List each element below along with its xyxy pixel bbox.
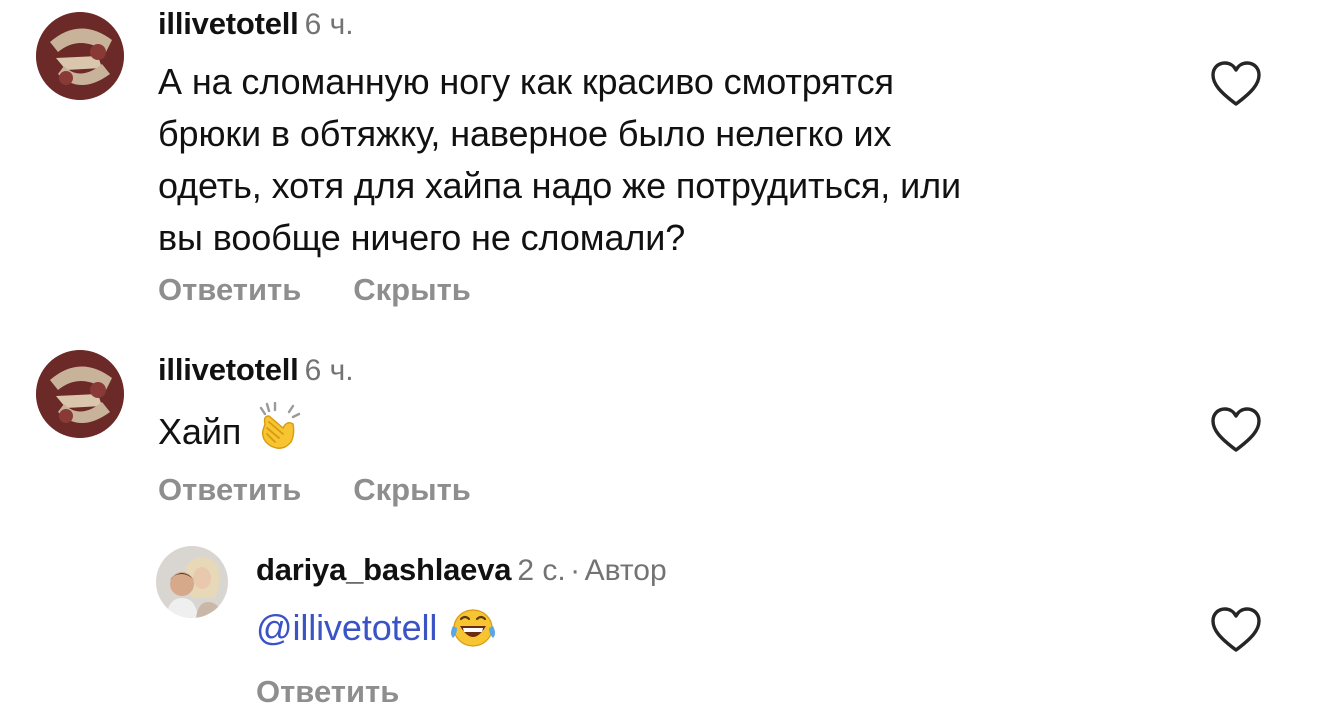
comment-text: Хайп: [158, 401, 303, 466]
comment-2: illivetotell 6 ч. Хайп Ответить Скрыть: [0, 340, 1320, 520]
username[interactable]: illivetotell: [158, 6, 299, 41]
avatar[interactable]: [36, 12, 124, 100]
comment-text-line: одеть, хотя для хайпа надо же потрудитьс…: [158, 165, 962, 206]
separator: ·: [570, 554, 581, 587]
heart-outline-icon: [1211, 607, 1261, 652]
author-badge: Автор: [584, 554, 667, 587]
avatar[interactable]: [36, 350, 124, 438]
comment-actions: Ответить Скрыть: [158, 474, 471, 505]
comment-text-line: А на сломанную ногу как красиво смотрятс…: [158, 61, 894, 102]
timestamp: 2 с.: [517, 554, 566, 587]
heart-outline-icon: [1211, 61, 1261, 106]
comment-3-reply: dariya_bashlaeva 2 с. · Автор @illivetote…: [0, 540, 1320, 720]
comment-text: @illivetotell: [256, 602, 497, 662]
username[interactable]: illivetotell: [158, 352, 299, 387]
comment-actions: Ответить Скрыть: [158, 274, 471, 305]
comment-text-body: Хайп: [158, 411, 242, 452]
like-button[interactable]: [1210, 60, 1262, 108]
reply-button[interactable]: Ответить: [256, 676, 399, 707]
username[interactable]: dariya_bashlaeva: [256, 552, 512, 587]
comment-header: dariya_bashlaeva 2 с. · Автор: [256, 554, 667, 586]
comment-actions: Ответить: [256, 676, 399, 707]
like-button[interactable]: [1210, 406, 1262, 454]
avatar[interactable]: [156, 546, 228, 618]
like-button[interactable]: [1210, 606, 1262, 654]
timestamp: 6 ч.: [304, 8, 354, 41]
comment-header: illivetotell 6 ч.: [158, 354, 354, 386]
comment-text-line: брюки в обтяжку, наверное было нелегко и…: [158, 113, 892, 154]
hide-button[interactable]: Скрыть: [353, 474, 471, 505]
comment-text-line: вы вообще ничего не сломали?: [158, 217, 686, 258]
tears-of-joy-emoji: [449, 604, 497, 662]
mention-link[interactable]: @illivetotell: [256, 607, 437, 648]
comment-header: illivetotell 6 ч.: [158, 8, 354, 40]
timestamp: 6 ч.: [304, 354, 354, 387]
hide-button[interactable]: Скрыть: [353, 274, 471, 305]
reply-button[interactable]: Ответить: [158, 474, 301, 505]
reply-button[interactable]: Ответить: [158, 274, 301, 305]
comment-1: illivetotell 6 ч. А на сломанную ногу как…: [0, 0, 1320, 330]
comment-text: А на сломанную ногу как красиво смотрятс…: [158, 56, 961, 264]
heart-outline-icon: [1211, 407, 1261, 452]
clapping-hands-emoji: [253, 401, 303, 466]
